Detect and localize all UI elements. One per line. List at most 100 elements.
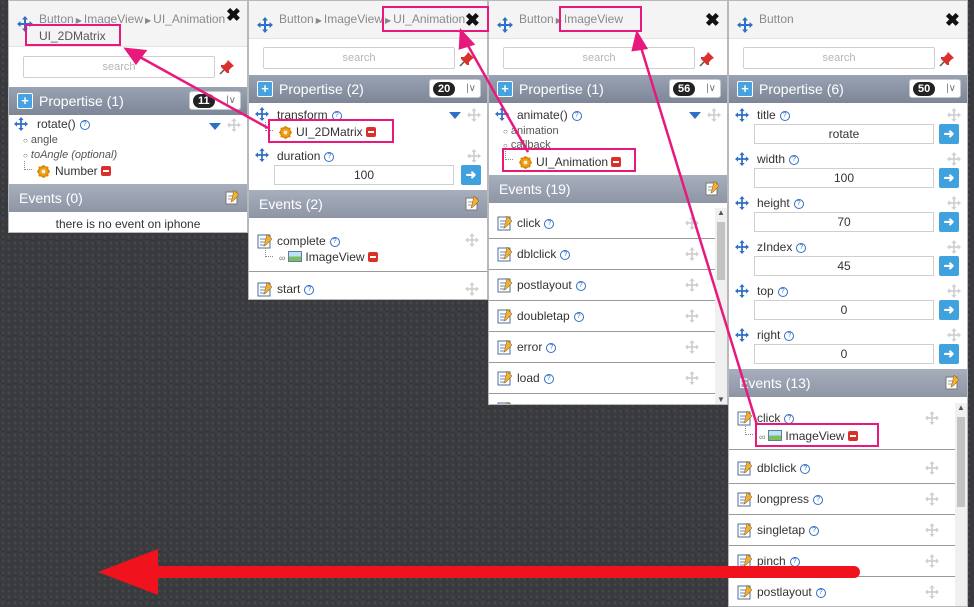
event-row[interactable]: postlayout? — [729, 577, 955, 607]
events-section-header[interactable]: Events (2) — [249, 190, 487, 218]
help-icon[interactable]: ? — [329, 237, 340, 247]
events-section-header[interactable]: Events (0) — [9, 184, 247, 212]
count-select[interactable]: 11 |∨ — [189, 91, 241, 110]
move-icon[interactable] — [497, 17, 513, 33]
event-row[interactable]: click? — [489, 208, 715, 239]
help-icon[interactable]: ? — [543, 374, 554, 384]
go-arrow-icon[interactable]: ➜ — [939, 344, 959, 364]
help-icon[interactable]: ? — [304, 285, 315, 295]
top-field[interactable]: 0 — [754, 300, 934, 320]
scrollbar-thumb[interactable] — [957, 417, 965, 507]
drag-handle-icon[interactable] — [685, 340, 699, 354]
drag-handle-icon[interactable] — [947, 328, 961, 342]
drag-handle-icon[interactable] — [467, 149, 481, 163]
event-row[interactable]: pinch? — [729, 546, 955, 577]
go-arrow-icon[interactable]: ➜ — [939, 168, 959, 188]
count-select[interactable]: 50 |∨ — [909, 79, 961, 98]
move-icon[interactable] — [735, 328, 749, 342]
close-icon[interactable]: ✖ — [705, 11, 720, 29]
scrollbar[interactable]: ▲ — [955, 403, 967, 606]
go-arrow-icon[interactable]: ➜ — [939, 256, 959, 276]
help-icon[interactable]: ? — [544, 219, 555, 229]
search-input[interactable]: search — [263, 47, 455, 69]
drag-handle-icon[interactable] — [465, 233, 479, 247]
help-icon[interactable]: ? — [789, 557, 800, 567]
help-icon[interactable]: ? — [79, 120, 90, 130]
events-section-header[interactable]: Events (19) — [489, 175, 727, 203]
event-child-imageview[interactable]: ∞ ImageView — [279, 250, 378, 264]
help-icon[interactable]: ? — [573, 312, 584, 322]
event-row[interactable]: doubletap? — [489, 301, 715, 332]
scroll-up-icon[interactable]: ▲ — [957, 403, 965, 412]
drag-handle-icon[interactable] — [925, 523, 939, 537]
move-icon[interactable] — [735, 196, 749, 210]
drag-handle-icon[interactable] — [685, 278, 699, 292]
properties-section-header[interactable]: + Propertise (6) 50 |∨ — [729, 75, 967, 103]
drag-handle-icon[interactable] — [707, 108, 721, 122]
help-icon[interactable]: ? — [809, 526, 820, 536]
drag-handle-icon[interactable] — [685, 371, 699, 385]
drag-handle-icon[interactable] — [467, 108, 481, 122]
properties-section-header[interactable]: + Propertise (1) 56 |∨ — [489, 75, 727, 103]
pin-icon[interactable] — [219, 59, 235, 75]
plus-icon[interactable]: + — [257, 81, 273, 97]
count-select[interactable]: 56 |∨ — [669, 79, 721, 98]
plus-icon[interactable]: + — [17, 93, 33, 109]
drag-handle-icon[interactable] — [685, 216, 699, 230]
help-icon[interactable]: ? — [784, 331, 795, 341]
pin-icon[interactable] — [699, 51, 715, 67]
breadcrumb-item[interactable]: ImageView — [324, 12, 383, 26]
drag-handle-icon[interactable] — [227, 118, 241, 132]
events-section-header[interactable]: Events (13) — [729, 369, 967, 397]
drag-handle-icon[interactable] — [947, 196, 961, 210]
note-icon[interactable] — [945, 375, 959, 390]
width-field[interactable]: 100 — [754, 168, 934, 188]
help-icon[interactable]: ? — [793, 199, 804, 209]
event-row[interactable]: load? — [489, 363, 715, 394]
right-field[interactable]: 0 — [754, 344, 934, 364]
plus-icon[interactable]: + — [497, 81, 513, 97]
drag-handle-icon[interactable] — [685, 247, 699, 261]
move-icon[interactable] — [14, 117, 28, 131]
scrollbar[interactable]: ▲ ▼ — [715, 208, 727, 404]
pin-icon[interactable] — [459, 51, 475, 67]
move-icon[interactable] — [735, 108, 749, 122]
height-field[interactable]: 70 — [754, 212, 934, 232]
chevron-down-icon[interactable] — [209, 123, 221, 130]
help-icon[interactable]: ? — [813, 495, 824, 505]
drag-handle-icon[interactable] — [947, 240, 961, 254]
move-icon[interactable] — [495, 107, 509, 121]
chevron-down-icon[interactable] — [449, 112, 461, 119]
help-icon[interactable]: ? — [560, 250, 571, 260]
event-row[interactable]: dblclick? — [489, 239, 715, 270]
pin-icon[interactable] — [939, 51, 955, 67]
close-icon[interactable]: ✖ — [226, 6, 241, 24]
drag-handle-icon[interactable] — [685, 309, 699, 323]
drag-handle-icon[interactable] — [925, 585, 939, 599]
go-arrow-icon[interactable]: ➜ — [461, 165, 481, 185]
remove-icon[interactable] — [100, 166, 111, 176]
search-input[interactable]: search — [23, 56, 215, 78]
breadcrumb-item[interactable]: Button — [279, 12, 314, 26]
chevron-down-icon[interactable] — [689, 112, 701, 119]
properties-section-header[interactable]: + Propertise (1) 11 |∨ — [9, 87, 247, 115]
drag-handle-icon[interactable] — [465, 282, 479, 296]
close-icon[interactable]: ✖ — [945, 11, 960, 29]
drag-handle-icon[interactable] — [925, 411, 939, 425]
remove-icon[interactable] — [367, 252, 378, 262]
plus-icon[interactable]: + — [737, 81, 753, 97]
drag-handle-icon[interactable] — [947, 284, 961, 298]
event-row[interactable]: postlayout? — [489, 270, 715, 301]
event-row[interactable]: complete? ∞ ImageView — [249, 226, 487, 272]
count-select[interactable]: 20 |∨ — [429, 79, 481, 98]
drag-handle-icon[interactable] — [925, 461, 939, 475]
move-icon[interactable] — [735, 240, 749, 254]
zindex-field[interactable]: 45 — [754, 256, 934, 276]
event-row[interactable]: dblclick? — [729, 453, 955, 484]
help-icon[interactable]: ? — [575, 281, 586, 291]
drag-handle-icon[interactable] — [947, 108, 961, 122]
breadcrumb-item[interactable]: UI_Animation — [153, 12, 225, 26]
help-icon[interactable]: ? — [800, 464, 811, 474]
help-icon[interactable]: ? — [796, 243, 807, 253]
scroll-up-icon[interactable]: ▲ — [717, 208, 725, 217]
